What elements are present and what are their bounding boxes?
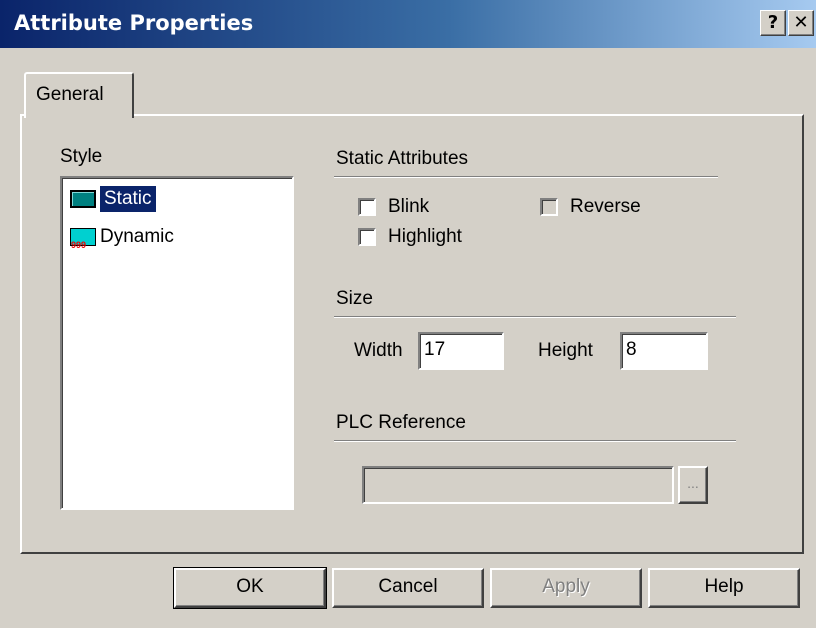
close-button[interactable]: ✕: [788, 10, 814, 36]
dynamic-style-icon: [70, 228, 96, 250]
plc-reference-divider: [334, 440, 736, 442]
blink-checkbox-box[interactable]: [358, 198, 376, 216]
height-label: Height: [538, 340, 593, 361]
plc-reference-input[interactable]: [362, 466, 674, 504]
size-divider: [334, 316, 736, 318]
highlight-checkbox[interactable]: Highlight: [358, 226, 462, 248]
title-bar[interactable]: Attribute Properties ? ✕: [0, 0, 816, 48]
cancel-button[interactable]: Cancel: [332, 568, 484, 608]
plc-browse-button[interactable]: ...: [678, 466, 708, 504]
help-title-button[interactable]: ?: [760, 10, 786, 36]
size-label: Size: [336, 288, 373, 309]
style-item-dynamic-label: Dynamic: [100, 226, 174, 247]
tab-general[interactable]: General: [24, 72, 134, 118]
static-attributes-label: Static Attributes: [336, 148, 469, 169]
apply-button[interactable]: Apply: [490, 568, 642, 608]
style-listbox[interactable]: Static Dynamic: [60, 176, 294, 510]
static-style-icon: [70, 190, 96, 208]
ok-button[interactable]: OK: [173, 567, 327, 609]
height-input[interactable]: 8: [620, 332, 708, 370]
reverse-checkbox-box[interactable]: [540, 198, 558, 216]
width-input[interactable]: 17: [418, 332, 504, 370]
highlight-checkbox-box[interactable]: [358, 228, 376, 246]
style-item-static-label: Static: [100, 186, 156, 212]
reverse-checkbox[interactable]: Reverse: [540, 196, 641, 218]
reverse-label: Reverse: [570, 196, 641, 217]
style-item-dynamic[interactable]: Dynamic: [70, 224, 174, 250]
tab-general-label: General: [36, 84, 104, 105]
plc-reference-label: PLC Reference: [336, 412, 466, 433]
style-label: Style: [60, 146, 103, 167]
highlight-label: Highlight: [388, 226, 462, 247]
static-attributes-divider: [334, 176, 718, 178]
help-button[interactable]: Help: [648, 568, 800, 608]
width-label: Width: [354, 340, 403, 361]
blink-checkbox[interactable]: Blink: [358, 196, 429, 218]
style-item-static[interactable]: Static: [70, 186, 156, 212]
window-title: Attribute Properties: [14, 11, 254, 35]
blink-label: Blink: [388, 196, 430, 217]
